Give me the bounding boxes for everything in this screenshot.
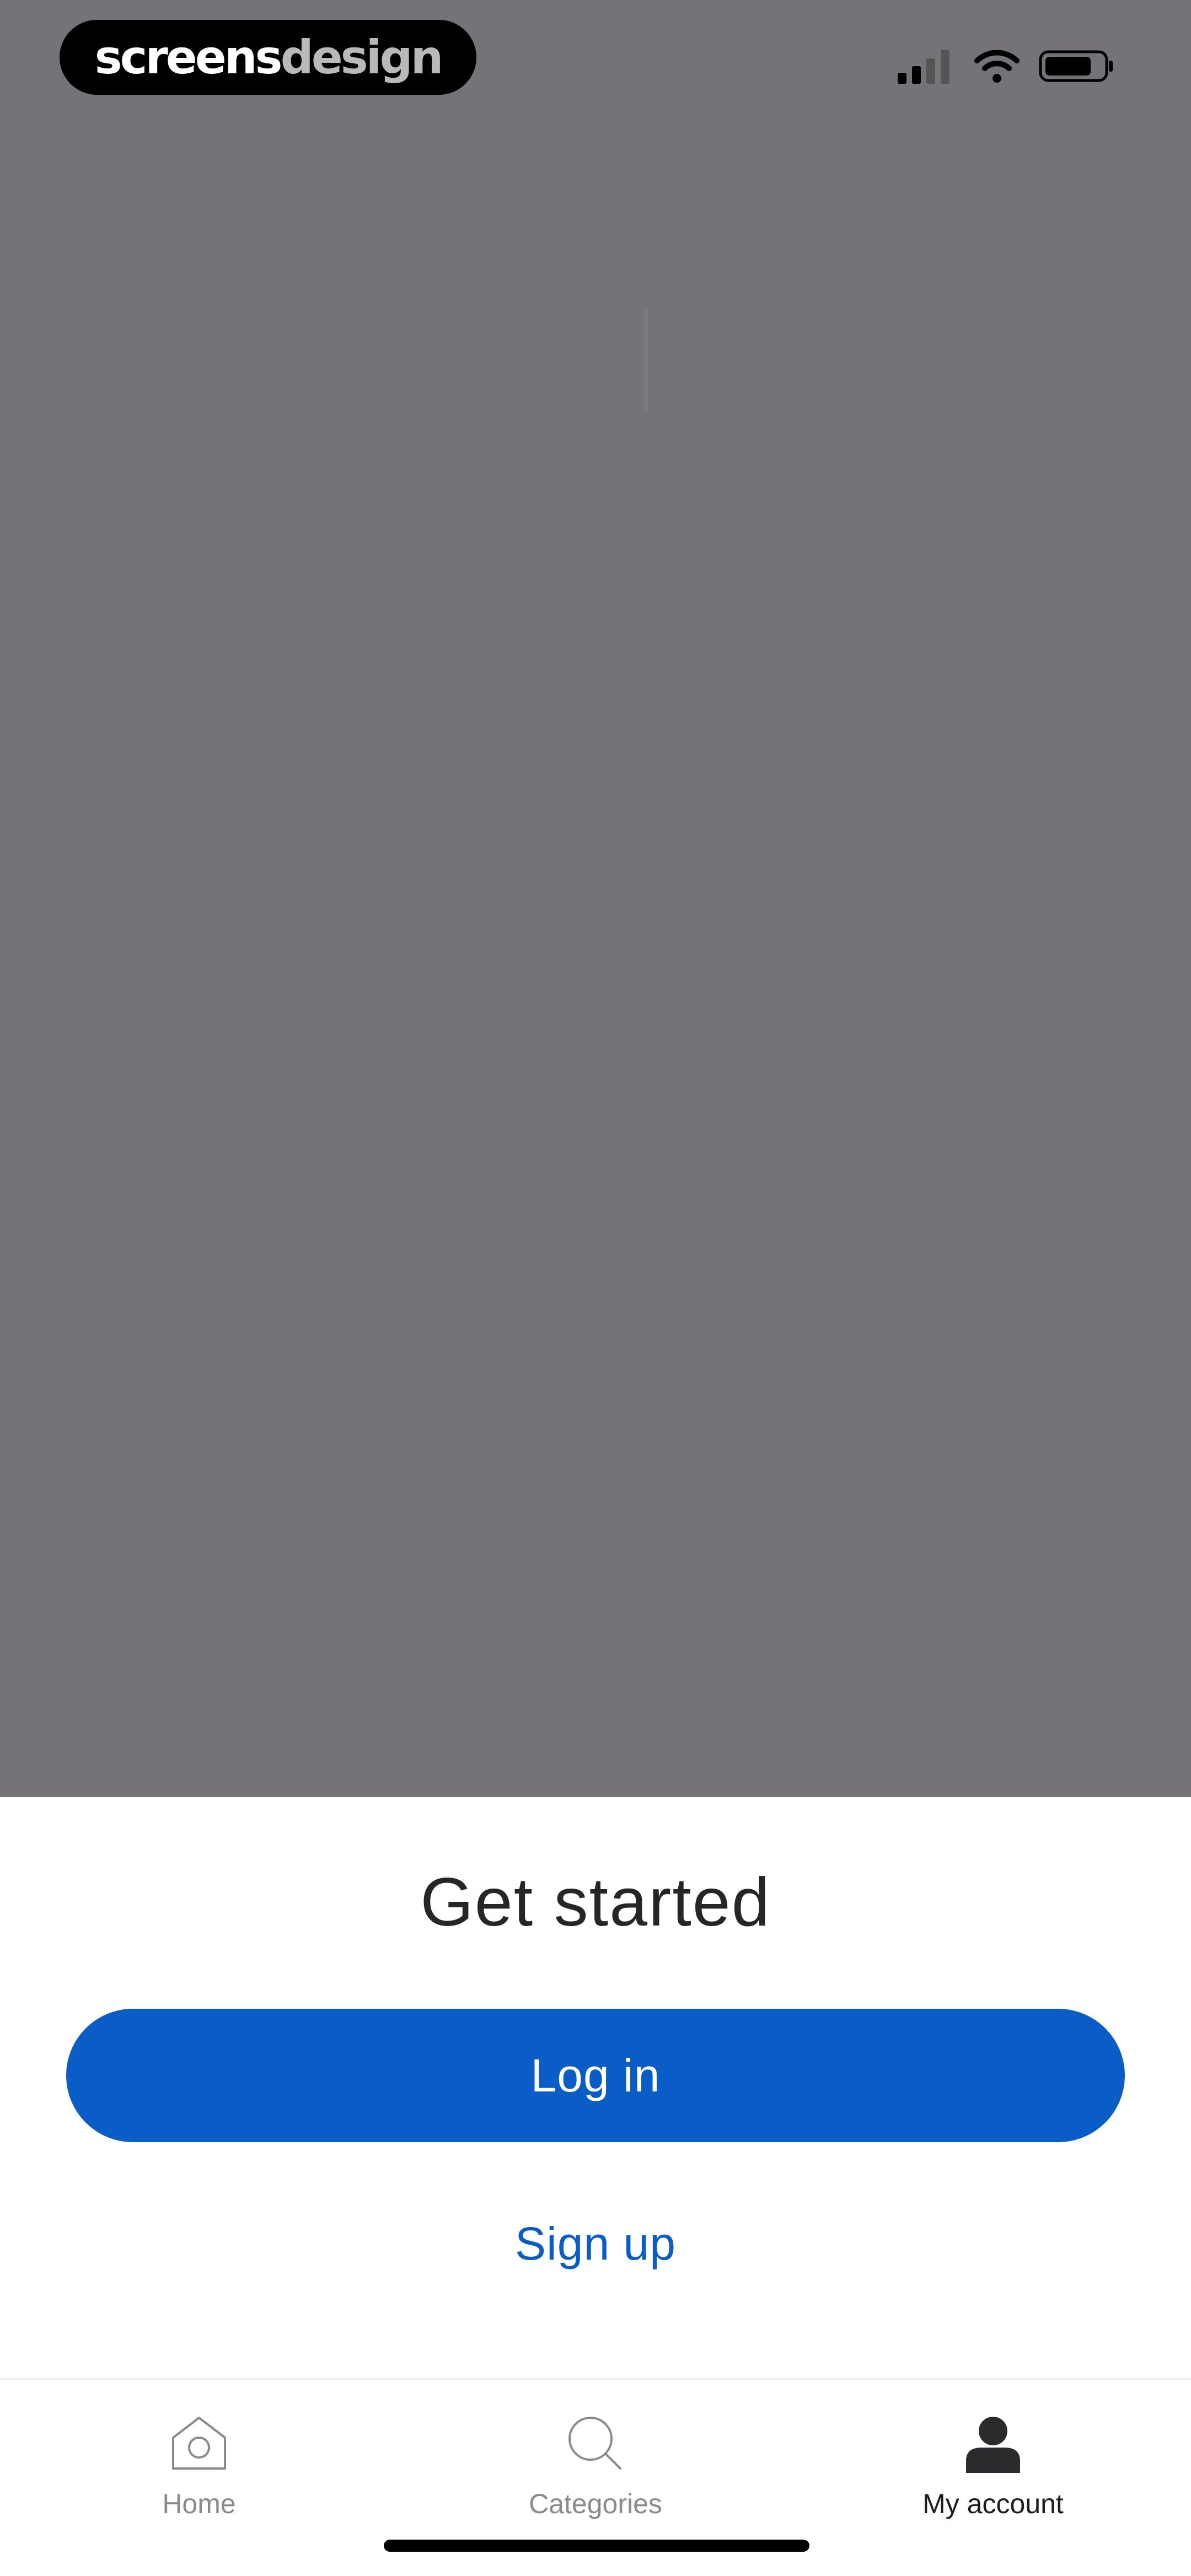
tab-categories-label: Categories (529, 2488, 662, 2519)
cellular-signal-icon (898, 49, 955, 84)
get-started-sheet: Get started Log in Sign up (0, 1797, 1191, 2378)
tab-my-account[interactable]: My account (855, 2411, 1131, 2521)
signup-link[interactable]: Sign up (430, 2205, 761, 2282)
brand-text-design: design (280, 30, 444, 84)
sheet-title: Get started (420, 1864, 771, 1940)
brand-text-screens: screens (94, 30, 283, 84)
dimmed-background-overlay[interactable] (0, 0, 1191, 1797)
background-content-fragment (644, 309, 648, 413)
person-icon (960, 2411, 1026, 2477)
search-icon (562, 2411, 629, 2477)
tab-categories[interactable]: Categories (458, 2411, 733, 2521)
status-bar-icons (898, 44, 1114, 88)
brand-watermark: screens design (60, 20, 476, 95)
home-icon (166, 2411, 232, 2477)
login-button[interactable]: Log in (66, 2009, 1125, 2142)
home-indicator[interactable] (384, 2540, 809, 2552)
tab-home-label: Home (162, 2488, 236, 2519)
battery-icon (1039, 49, 1114, 84)
wifi-icon (974, 49, 1020, 84)
tab-home[interactable]: Home (61, 2411, 337, 2521)
tab-my-account-label: My account (922, 2488, 1064, 2519)
